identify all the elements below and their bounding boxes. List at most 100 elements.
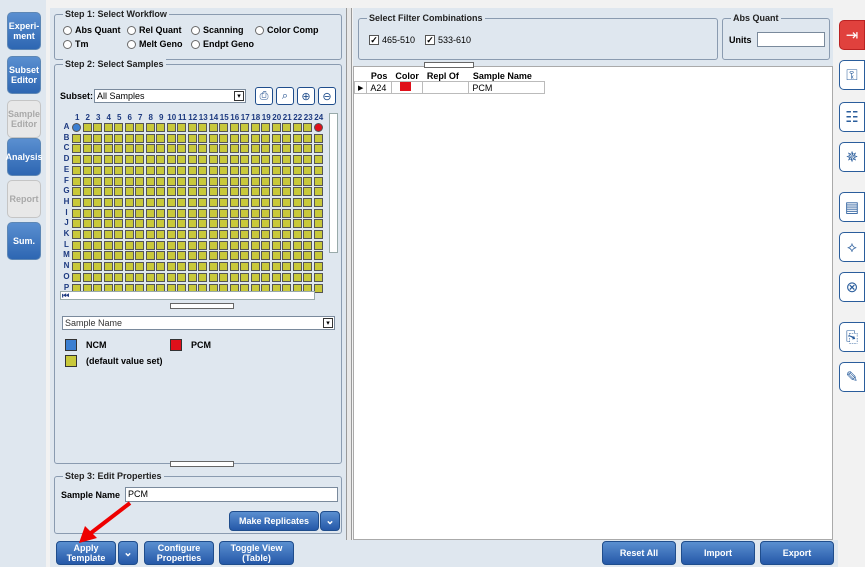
plate-col-label[interactable]: 2 bbox=[83, 113, 94, 122]
cell-sample-name[interactable]: PCM bbox=[468, 81, 546, 94]
plate-well[interactable] bbox=[82, 262, 92, 272]
plate-well[interactable] bbox=[72, 165, 81, 175]
plate-well[interactable] bbox=[187, 176, 197, 186]
plate-well[interactable] bbox=[250, 219, 260, 229]
plate-col-label[interactable]: 6 bbox=[125, 113, 136, 122]
plate-well[interactable] bbox=[313, 123, 323, 132]
plate-well[interactable] bbox=[240, 230, 249, 239]
plate-well[interactable] bbox=[124, 230, 134, 239]
plate-well[interactable] bbox=[250, 155, 260, 165]
plate-well[interactable] bbox=[103, 133, 113, 143]
plate-well[interactable] bbox=[72, 155, 81, 165]
plate-well[interactable] bbox=[145, 155, 155, 165]
cell-pos[interactable]: A24 bbox=[366, 81, 392, 94]
plate-col-label[interactable]: 10 bbox=[167, 113, 178, 122]
plate-well[interactable] bbox=[313, 240, 323, 250]
plate-well[interactable] bbox=[145, 251, 155, 261]
plate-well[interactable] bbox=[124, 144, 134, 154]
plate-well[interactable] bbox=[219, 230, 228, 239]
plate-col-label[interactable]: 17 bbox=[240, 113, 251, 122]
plate-well[interactable] bbox=[313, 144, 323, 154]
plate-well[interactable] bbox=[229, 262, 239, 272]
plate-well[interactable] bbox=[198, 251, 207, 261]
plate-well[interactable] bbox=[145, 123, 155, 132]
plate-col-label[interactable]: 7 bbox=[135, 113, 146, 122]
plate-well[interactable] bbox=[261, 187, 270, 197]
plate-well[interactable] bbox=[114, 165, 123, 175]
plate-well[interactable] bbox=[72, 240, 81, 250]
plate-row-label[interactable]: B bbox=[62, 133, 71, 142]
plate-well[interactable] bbox=[271, 187, 281, 197]
plate-well[interactable] bbox=[261, 165, 270, 175]
plate-well[interactable] bbox=[187, 240, 197, 250]
plate-well[interactable] bbox=[240, 197, 249, 207]
plate-well[interactable] bbox=[219, 272, 228, 282]
plate-well[interactable] bbox=[208, 251, 218, 261]
radio-scanning[interactable]: Scanning bbox=[191, 25, 244, 35]
plate-well[interactable] bbox=[156, 165, 165, 175]
exit-icon[interactable]: ⇥ bbox=[839, 20, 865, 50]
plate-well[interactable] bbox=[82, 176, 92, 186]
plate-well[interactable] bbox=[229, 272, 239, 282]
plate-well[interactable] bbox=[198, 208, 207, 218]
plate-well[interactable] bbox=[72, 219, 81, 229]
plate-well[interactable] bbox=[219, 176, 228, 186]
plate-well[interactable] bbox=[124, 262, 134, 272]
plate-well[interactable] bbox=[240, 144, 249, 154]
plate-well[interactable] bbox=[93, 176, 102, 186]
plate-well[interactable] bbox=[198, 219, 207, 229]
plate-well[interactable] bbox=[145, 230, 155, 239]
plate-well[interactable] bbox=[250, 176, 260, 186]
plate-well[interactable] bbox=[303, 133, 312, 143]
key-icon[interactable]: ⚿ bbox=[839, 60, 865, 90]
splitter-handle-top[interactable] bbox=[424, 62, 474, 68]
plate-well[interactable] bbox=[82, 133, 92, 143]
plate-row-label[interactable]: C bbox=[62, 143, 71, 152]
plate-well[interactable] bbox=[187, 197, 197, 207]
plate-well[interactable] bbox=[229, 187, 239, 197]
plate-well[interactable] bbox=[72, 230, 81, 239]
plate-well[interactable] bbox=[261, 262, 270, 272]
plate-well[interactable] bbox=[82, 155, 92, 165]
plate-well[interactable] bbox=[114, 230, 123, 239]
plate-well[interactable] bbox=[261, 176, 270, 186]
plate-well[interactable] bbox=[208, 176, 218, 186]
plate-well[interactable] bbox=[93, 165, 102, 175]
plate-well[interactable] bbox=[187, 133, 197, 143]
plate-well[interactable] bbox=[303, 230, 312, 239]
plate-well[interactable] bbox=[198, 133, 207, 143]
plate-well[interactable] bbox=[114, 197, 123, 207]
plate-well[interactable] bbox=[145, 197, 155, 207]
plate-col-label[interactable]: 5 bbox=[114, 113, 125, 122]
plate-well[interactable] bbox=[124, 197, 134, 207]
plate-well[interactable] bbox=[282, 208, 291, 218]
plate-well[interactable] bbox=[261, 208, 270, 218]
plate-col-label[interactable]: 12 bbox=[188, 113, 199, 122]
document-icon[interactable]: ⎘ bbox=[839, 322, 865, 352]
plate-well[interactable] bbox=[166, 133, 176, 143]
plate-well[interactable] bbox=[292, 165, 302, 175]
plate-well[interactable] bbox=[292, 262, 302, 272]
plate-well[interactable] bbox=[124, 123, 134, 132]
plate-well[interactable] bbox=[135, 123, 144, 132]
compass-icon[interactable]: ✵ bbox=[839, 142, 865, 172]
plate-well[interactable] bbox=[292, 133, 302, 143]
scroll-first-icon[interactable]: ⏮ bbox=[62, 291, 69, 301]
plate-well[interactable] bbox=[114, 144, 123, 154]
plate-well[interactable] bbox=[166, 165, 176, 175]
plate-well[interactable] bbox=[240, 133, 249, 143]
plate-well[interactable] bbox=[313, 230, 323, 239]
plate-col-label[interactable]: 4 bbox=[104, 113, 115, 122]
plate-well[interactable] bbox=[250, 208, 260, 218]
plate-well[interactable] bbox=[145, 272, 155, 282]
plate-well[interactable] bbox=[177, 272, 186, 282]
plate-well[interactable] bbox=[135, 272, 144, 282]
plate-well[interactable] bbox=[114, 240, 123, 250]
plate-well[interactable] bbox=[282, 144, 291, 154]
plate-well[interactable] bbox=[93, 123, 102, 132]
plate-well[interactable] bbox=[271, 176, 281, 186]
plate-well[interactable] bbox=[219, 165, 228, 175]
plate-col-label[interactable]: 1 bbox=[72, 113, 83, 122]
plate-well[interactable] bbox=[93, 187, 102, 197]
plate-well[interactable] bbox=[198, 240, 207, 250]
